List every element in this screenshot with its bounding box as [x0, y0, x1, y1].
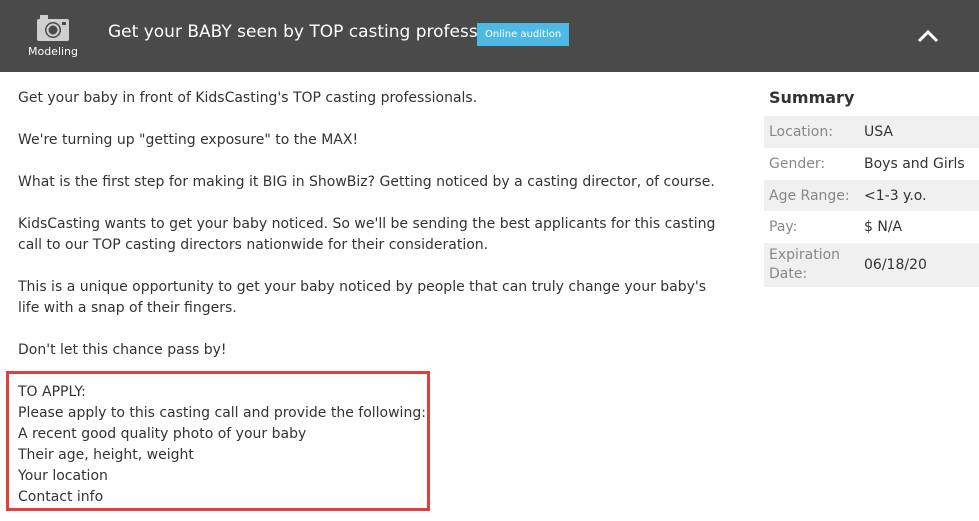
chevron-up-icon — [917, 29, 939, 43]
apply-instructions: TO APPLY: Please apply to this casting c… — [18, 382, 426, 508]
description-paragraph: KidsCasting wants to get your baby notic… — [18, 216, 716, 253]
summary-label: Location: — [769, 124, 833, 140]
summary-value: USA — [864, 124, 893, 140]
summary-row-pay: Pay: $ N/A — [764, 211, 979, 243]
apply-line: Please apply to this casting call and pr… — [18, 405, 426, 421]
summary-row-expiration: Expiration Date: 06/18/20 — [764, 243, 979, 287]
collapse-button[interactable] — [914, 24, 942, 48]
summary-label: Gender: — [769, 156, 826, 172]
summary-value: <1-3 y.o. — [864, 187, 927, 204]
camera-icon — [37, 15, 69, 41]
category-label: Modeling — [27, 45, 79, 58]
summary-label: Expiration Date: — [769, 247, 841, 282]
summary-label: Pay: — [769, 219, 798, 235]
description-paragraph: What is the first step for making it BIG… — [18, 174, 715, 190]
summary-heading: Summary — [769, 88, 855, 107]
summary-value: $ N/A — [864, 219, 903, 235]
summary-panel: Summary Location: USA Gender: Boys and G… — [764, 84, 979, 287]
summary-row-location: Location: USA — [764, 116, 979, 148]
description-paragraph: This is a unique opportunity to get your… — [18, 279, 707, 316]
summary-value: 06/18/20 — [864, 256, 927, 273]
apply-line: Your location — [18, 468, 108, 484]
apply-line: Contact info — [18, 489, 104, 505]
online-audition-badge: Online audition — [477, 23, 570, 46]
summary-label: Age Range: — [769, 187, 850, 204]
description-paragraph: We're turning up "getting exposure" to t… — [18, 132, 359, 148]
description-paragraph: Don't let this chance pass by! — [18, 342, 227, 358]
category-modeling: Modeling — [22, 14, 84, 58]
description-paragraph: Get your baby in front of KidsCasting's … — [18, 90, 478, 106]
apply-line: Their age, height, weight — [18, 447, 194, 463]
summary-row-age-range: Age Range: <1-3 y.o. — [764, 180, 979, 211]
casting-description: Get your baby in front of KidsCasting's … — [18, 88, 718, 382]
casting-title: Get your BABY seen by TOP casting profes… — [108, 22, 528, 42]
apply-line: TO APPLY: — [18, 384, 86, 400]
summary-row-gender: Gender: Boys and Girls — [764, 148, 979, 180]
casting-header: Modeling Get your BABY seen by TOP casti… — [0, 0, 979, 72]
apply-line: A recent good quality photo of your baby — [18, 426, 307, 442]
summary-value: Boys and Girls — [864, 156, 965, 172]
